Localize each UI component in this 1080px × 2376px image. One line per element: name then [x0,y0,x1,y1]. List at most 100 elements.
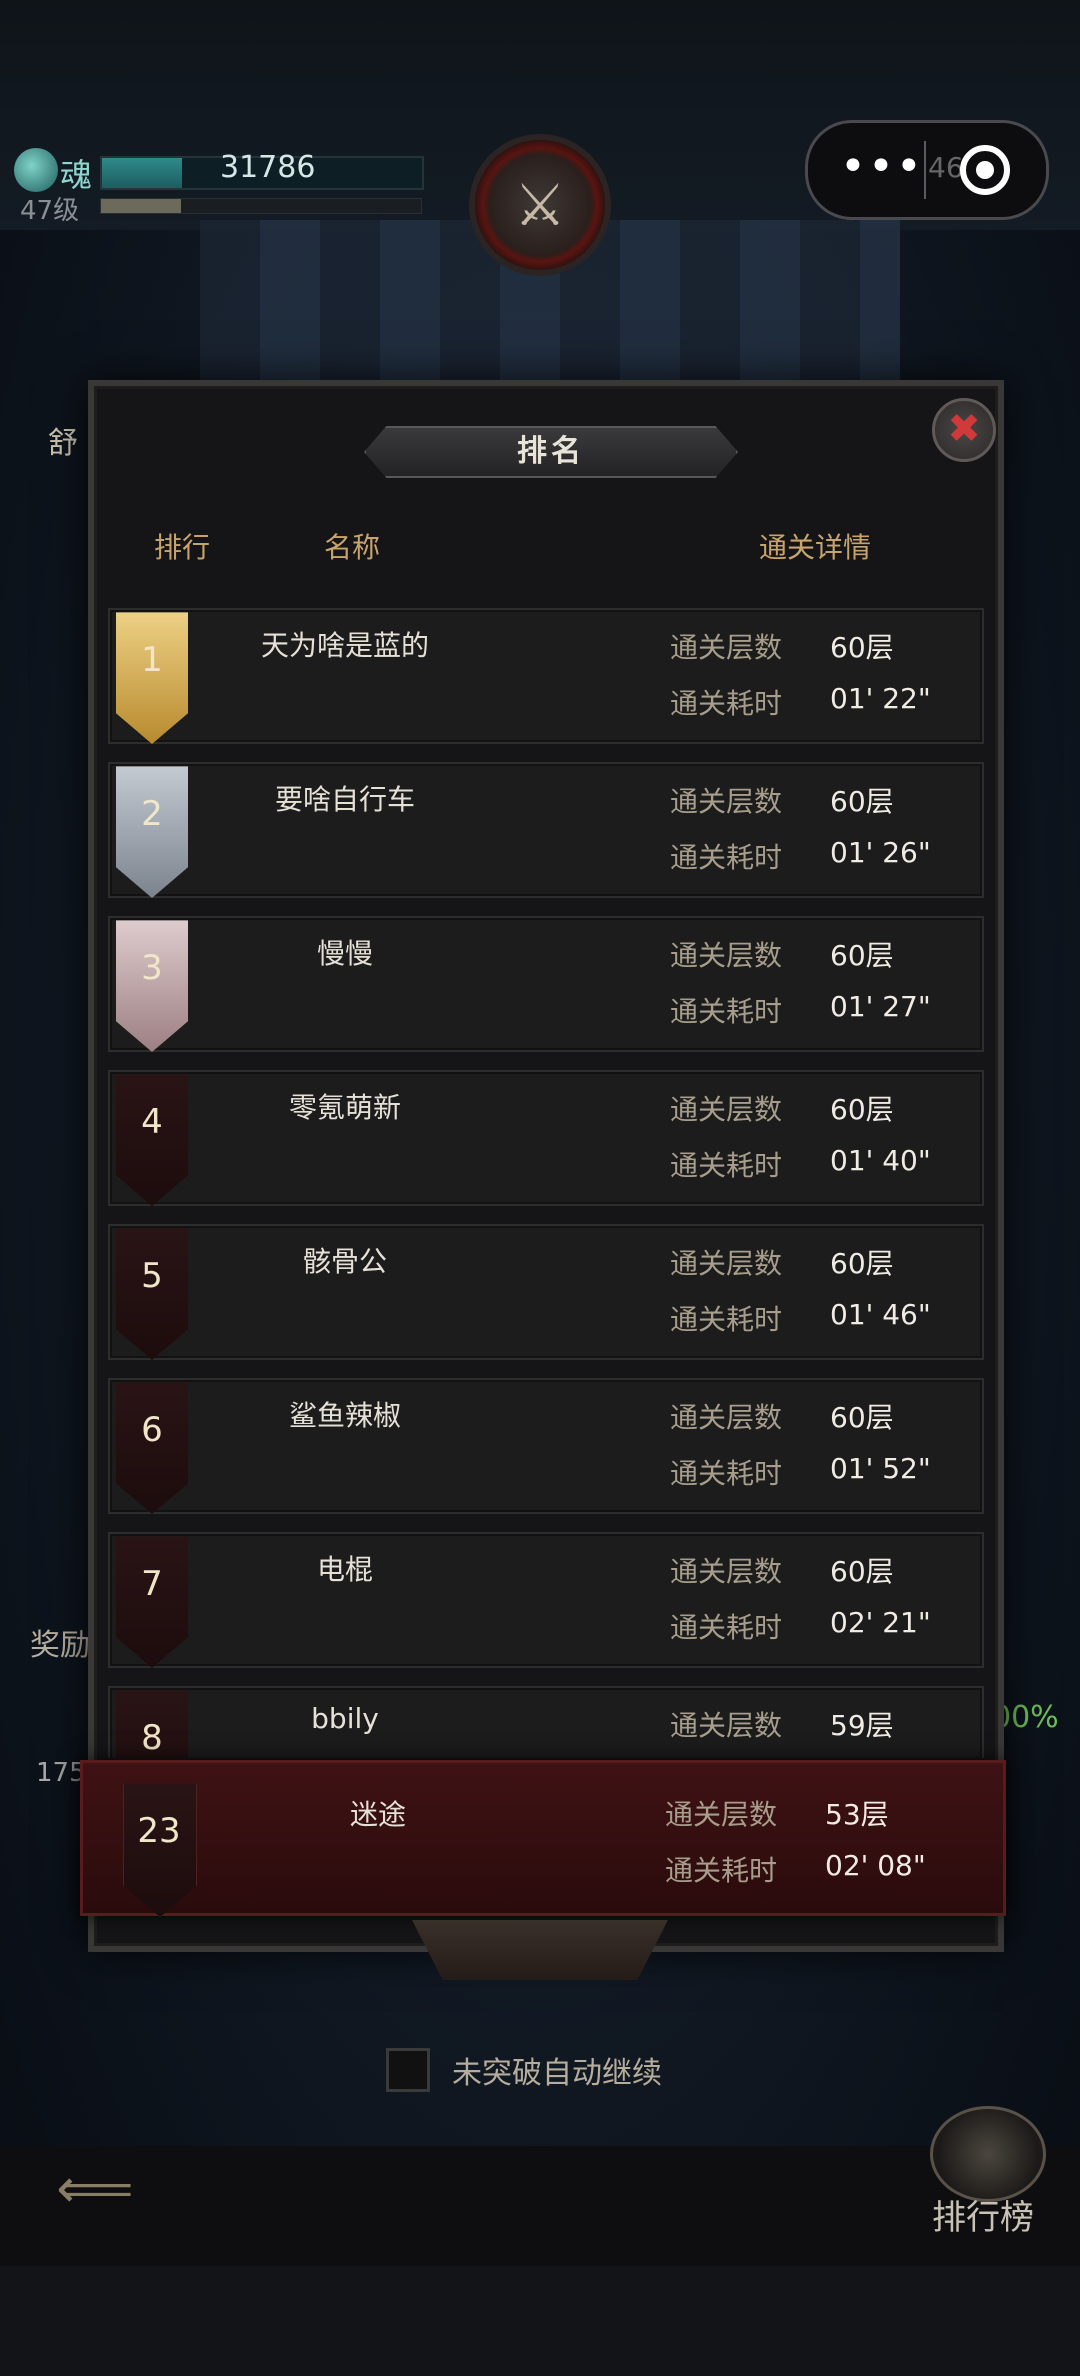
player-name: 要啥自行车 [274,783,415,816]
floors-value: 60层 [830,939,894,972]
rank-badge: 4 [116,1066,188,1206]
rank-number: 5 [141,1256,163,1296]
rank-badge: 5 [116,1220,188,1360]
player-name: 骸骨公 [302,1245,387,1278]
rank-number: 4 [141,1102,163,1142]
floors-label: 通关层数 [670,1093,783,1126]
rank-number: 6 [141,1410,163,1450]
time-label: 通关耗时 [665,1854,778,1887]
rank-number: 2 [141,794,163,834]
table-row: 2 要啥自行车 通关层数 60层 通关耗时 01' 26" [108,762,984,898]
soul-icon [14,148,58,192]
rank-badge: 3 [116,912,188,1052]
miniprogram-capsule[interactable]: ••• 46 [805,120,1049,220]
rank-badge: 2 [116,758,188,898]
ranking-list[interactable]: 1 天为啥是蓝的 通关层数 60层 通关耗时 01' 22" 2 要啥自行车 通关层数 60层 通关… [108,608,984,1758]
time-value: 01' 52" [830,1452,931,1485]
time-label: 通关耗时 [670,995,783,1028]
floors-value: 53层 [825,1798,889,1831]
player-level: 47级 [20,196,80,226]
time-label: 通关耗时 [670,1303,783,1336]
time-label: 通关耗时 [670,841,783,874]
floors-value: 60层 [830,1555,894,1588]
auto-continue-label: 未突破自动继续 [452,2056,662,2091]
rank-number: 3 [141,948,163,988]
player-name: 零氪萌新 [288,1091,401,1124]
rank-badge: 8 [116,1682,188,1758]
close-miniprogram-icon[interactable] [960,145,1010,195]
exp-bar [100,198,422,214]
floors-label: 通关层数 [670,939,783,972]
floors-value: 60层 [830,1093,894,1126]
table-row: 1 天为啥是蓝的 通关层数 60层通关耗时 01' 22" [108,608,984,744]
bottom-bar [0,2146,1080,2266]
floors-value: 60层 [830,1401,894,1434]
time-value: 01' 46" [830,1298,931,1331]
rank-number: 1 [141,640,163,680]
rank-number: 7 [141,1564,163,1604]
time-value: 01' 40" [830,1144,931,1177]
panel-title: 排名 [517,434,585,469]
floors-label: 通关层数 [670,1401,783,1434]
table-row: 3 慢慢 通关层数 60层通关耗时 01' 27" [108,916,984,1052]
reward-label: 奖励 [30,1628,90,1663]
time-label: 通关耗时 [670,687,783,720]
player-name: 慢慢 [316,937,373,970]
system-nav-strip [0,2266,1080,2376]
back-arrow-icon[interactable]: ⟸ [30,2154,160,2224]
time-label: 通关耗时 [670,1457,783,1490]
floors-label: 通关层数 [670,1555,783,1588]
time-value: 01' 27" [830,990,931,1023]
table-row: 5 骸骨公 通关层数 60层通关耗时 01' 46" [108,1224,984,1360]
table-row: 7 电棍 通关层数 60层通关耗时 02' 21" [108,1532,984,1668]
close-button[interactable]: ✖ [932,398,996,462]
table-row: 8bbily通关层数59层通关耗时01' 34" [108,1686,984,1758]
header-detail: 通关详情 [759,531,872,564]
floors-label: 通关层数 [670,1709,783,1742]
player-name: 天为啥是蓝的 [260,629,429,662]
rank-number: 23 [137,1811,181,1851]
rank-badge: 6 [116,1374,188,1514]
auto-continue-checkbox[interactable] [386,2048,430,2092]
header-rank: 排行 [154,531,211,564]
more-icon[interactable]: ••• [840,141,924,192]
capsule-hidden-number: 46 [928,151,964,184]
soul-bar-fill [102,158,182,188]
header-name: 名称 [324,531,381,564]
challenge-button[interactable] [412,1920,668,1980]
soul-value: 31786 [220,150,316,185]
rank-badge: 7 [116,1528,188,1668]
floors-value: 60层 [830,785,894,818]
table-row: 6 鲨鱼辣椒 通关层数 60层通关耗时 01' 52" [108,1378,984,1514]
floors-label: 通关层数 [670,1247,783,1280]
my-rank-row: 23 迷途 通关层数 53层 通关耗时 02' 08" [80,1760,1006,1917]
floors-value: 60层 [830,631,894,664]
player-name: 鲨鱼辣椒 [288,1399,401,1432]
time-value: 01' 22" [830,682,931,715]
floors-label: 通关层数 [665,1798,778,1831]
time-value: 01' 26" [830,836,931,869]
floors-value: 59层 [830,1709,894,1742]
leaderboard-icon[interactable] [930,2106,1046,2202]
floors-value: 60层 [830,1247,894,1280]
table-header: 排行 名称 通关详情 [94,526,998,566]
title-plate: 排名 [364,426,738,478]
axe-icon: ⚔ [514,171,566,239]
background-text: 舒 [48,426,78,461]
ranking-panel: 排名 ✖ 排行 名称 通关详情 1 天为啥是蓝的 通关层数 60层 通关耗时 01' 22… [88,380,1004,1952]
exp-bar-fill [101,199,181,213]
player-name: bbily [311,1702,379,1735]
time-value: 02' 08" [825,1849,926,1882]
time-label: 通关耗时 [670,1611,783,1644]
time-value: 02' 21" [830,1606,931,1639]
rank-number: 8 [141,1718,163,1758]
capsule-divider [924,141,926,199]
rank-badge: 1 [116,608,188,744]
leaderboard-label[interactable]: 排行榜 [932,2190,1034,2239]
rank-badge: 23 [123,1775,197,1917]
table-row: 4 零氪萌新 通关层数 60层 通关耗时 01' 40" [108,1070,984,1206]
player-name: 迷途 [349,1798,406,1831]
floors-label: 通关层数 [670,631,783,664]
reward-count: 175 [36,1758,86,1788]
player-name: 电棍 [316,1553,373,1586]
